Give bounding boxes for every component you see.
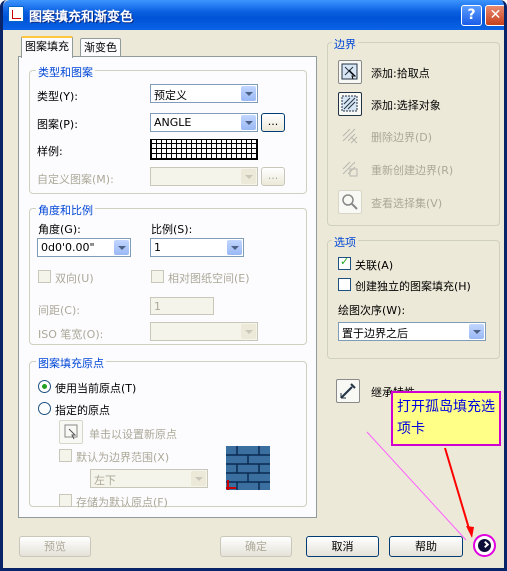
double-checkbox[interactable] [38,270,51,283]
angle-label: 角度(G): [38,223,81,236]
associative-label: 关联(A) [355,259,394,272]
type-pattern-group-title: 类型和图案 [36,64,95,80]
iso-pen-width-label: ISO 笔宽(O): [38,328,104,341]
pick-points-icon[interactable] [338,60,362,84]
options-group-title: 选项 [332,234,358,250]
pattern-value: ANGLE [154,116,192,129]
pattern-browse-button[interactable]: ... [261,113,285,132]
tab-gradient[interactable]: 渐变色 [80,38,121,57]
hatch-gradient-dialog: 图案填充和渐变色 ? ✕ 图案填充 渐变色 类型和图案 类型(Y): 预定义 图… [0,0,507,571]
type-pattern-group: 类型和图案 类型(Y): 预定义 图案(P): ANGLE ... 样例: 自定… [29,64,307,194]
use-current-origin-radio[interactable] [38,380,51,393]
custom-pattern-browse-button[interactable]: ... [261,167,285,186]
store-default-origin-checkbox[interactable] [59,494,72,507]
pattern-select[interactable]: ANGLE [150,113,258,132]
draw-order-select[interactable]: 置于边界之后 [338,322,486,341]
boundary-group: 边界 添加:拾取点 添加:选择对象 删除边界(D) 重新创建边界(R) 查看选择… [327,36,500,226]
annotation-callout: 打开孤岛填充选项卡 [391,391,501,446]
add-pick-points-label[interactable]: 添加:拾取点 [371,65,430,81]
spacing-value: 1 [154,300,161,313]
angle-select[interactable]: 0d0'0.00" [37,238,131,257]
spacing-input[interactable]: 1 [150,297,214,315]
scale-select[interactable]: 1 [150,238,244,257]
close-icon[interactable]: ✕ [485,5,504,26]
type-label: 类型(Y): [37,90,79,103]
help-icon[interactable]: ? [461,5,482,26]
preview-button[interactable]: 预览 [19,536,91,557]
specified-origin-radio[interactable] [38,402,51,415]
relative-paperspace-label: 相对图纸空间(E) [168,272,250,285]
hatch-origin-group: 图案填充原点 使用当前原点(T) 指定的原点 单击以设置新原点 默认为边界范围(… [29,355,307,509]
iso-pen-width-select[interactable] [150,322,258,341]
tab-hatch[interactable]: 图案填充 [21,36,73,58]
use-current-origin-label: 使用当前原点(T) [55,382,137,395]
title-bar: 图案填充和渐变色 ? ✕ [3,0,504,30]
store-default-origin-label: 存储为默认原点(F) [76,496,168,509]
pick-origin-icon[interactable] [59,420,83,444]
chevron-down-icon[interactable] [241,324,256,339]
more-options-expand-icon[interactable] [473,534,496,557]
type-value: 预定义 [154,89,187,102]
chevron-down-icon[interactable] [227,240,242,255]
scale-label: 比例(S): [151,223,193,236]
draw-order-label: 绘图次序(W): [338,304,406,317]
recreate-boundary-label[interactable]: 重新创建边界(R) [371,162,453,178]
chevron-down-icon[interactable] [241,86,256,101]
remove-boundaries-icon[interactable] [338,124,362,148]
select-objects-icon[interactable] [338,92,362,116]
custom-pattern-label: 自定义图案(M): [37,173,114,186]
angle-scale-group-title: 角度和比例 [36,202,95,218]
separate-hatches-label: 创建独立的图案填充(H) [355,280,471,293]
draw-order-value: 置于边界之后 [342,327,408,340]
view-selections-icon[interactable] [338,190,362,214]
scale-value: 1 [154,241,161,254]
specified-origin-label: 指定的原点 [55,404,110,417]
default-bounds-label: 默认为边界范围(X) [76,451,170,464]
default-bounds-checkbox[interactable] [59,449,72,462]
double-label: 双向(U) [55,272,94,285]
recreate-boundary-icon[interactable] [338,157,362,181]
dialog-title: 图案填充和渐变色 [29,10,134,25]
bounds-position-select[interactable]: 左下 [90,469,208,488]
associative-checkbox[interactable] [338,255,351,270]
spacing-label: 间距(C): [38,304,80,317]
remove-boundaries-label[interactable]: 删除边界(D) [371,129,432,145]
pattern-swatch[interactable] [150,139,258,160]
bounds-position-value: 左下 [94,474,116,487]
boundary-group-title: 边界 [332,36,358,52]
autocad-app-icon [8,6,24,22]
hatch-origin-group-title: 图案填充原点 [36,355,106,371]
type-select[interactable]: 预定义 [150,84,258,103]
angle-value: 0d0'0.00" [41,241,95,254]
origin-preview-image [226,446,270,490]
inherit-properties-icon[interactable] [336,379,360,403]
angle-scale-group: 角度和比例 角度(G): 0d0'0.00" 比例(S): 1 双向(U) 相对… [29,202,307,345]
click-set-origin-label: 单击以设置新原点 [89,428,177,441]
pattern-label: 图案(P): [37,118,78,131]
help-button[interactable]: 帮助 [389,536,463,557]
chevron-down-icon[interactable] [191,471,206,486]
chevron-down-icon[interactable] [241,169,256,184]
cancel-button[interactable]: 取消 [306,536,379,557]
ok-button[interactable]: 确定 [220,536,292,557]
custom-pattern-select[interactable] [150,167,258,186]
relative-paperspace-checkbox[interactable] [151,270,164,283]
swatch-label: 样例: [37,145,63,158]
chevron-down-icon[interactable] [241,115,256,130]
chevron-down-icon[interactable] [469,324,484,339]
chevron-down-icon[interactable] [114,240,129,255]
view-selections-label[interactable]: 查看选择集(V) [371,195,442,211]
hatch-tab-panel: 类型和图案 类型(Y): 预定义 图案(P): ANGLE ... 样例: 自定… [18,56,317,518]
separate-hatches-checkbox[interactable] [338,278,351,291]
add-select-objects-label[interactable]: 添加:选择对象 [371,97,441,113]
options-group: 选项 关联(A) 创建独立的图案填充(H) 绘图次序(W): 置于边界之后 [327,234,500,359]
